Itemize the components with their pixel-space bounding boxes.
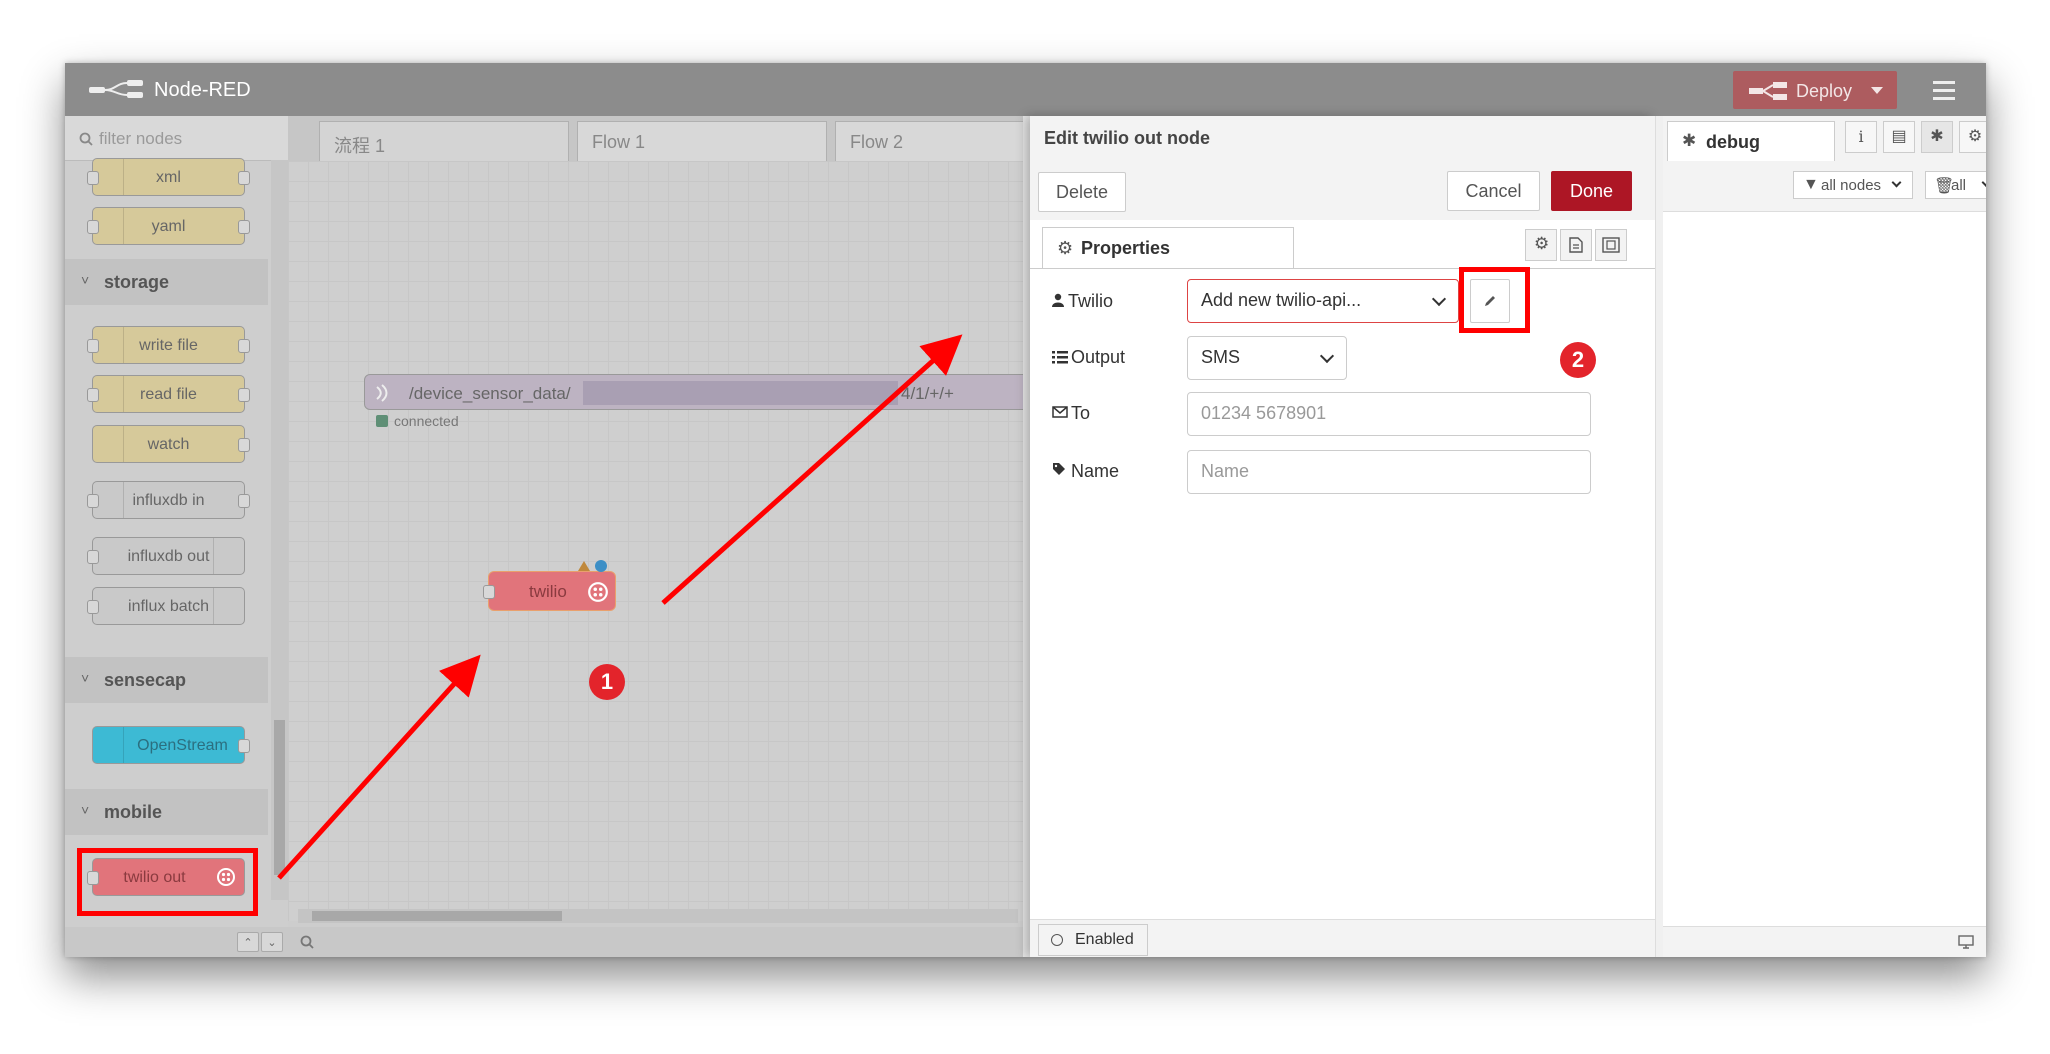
arrow-2 xyxy=(661,334,963,605)
step-badge-2: 2 xyxy=(1560,342,1596,378)
annotation-arrows xyxy=(277,334,963,880)
step-badge-1: 1 xyxy=(589,664,625,700)
arrow-1 xyxy=(277,654,481,880)
